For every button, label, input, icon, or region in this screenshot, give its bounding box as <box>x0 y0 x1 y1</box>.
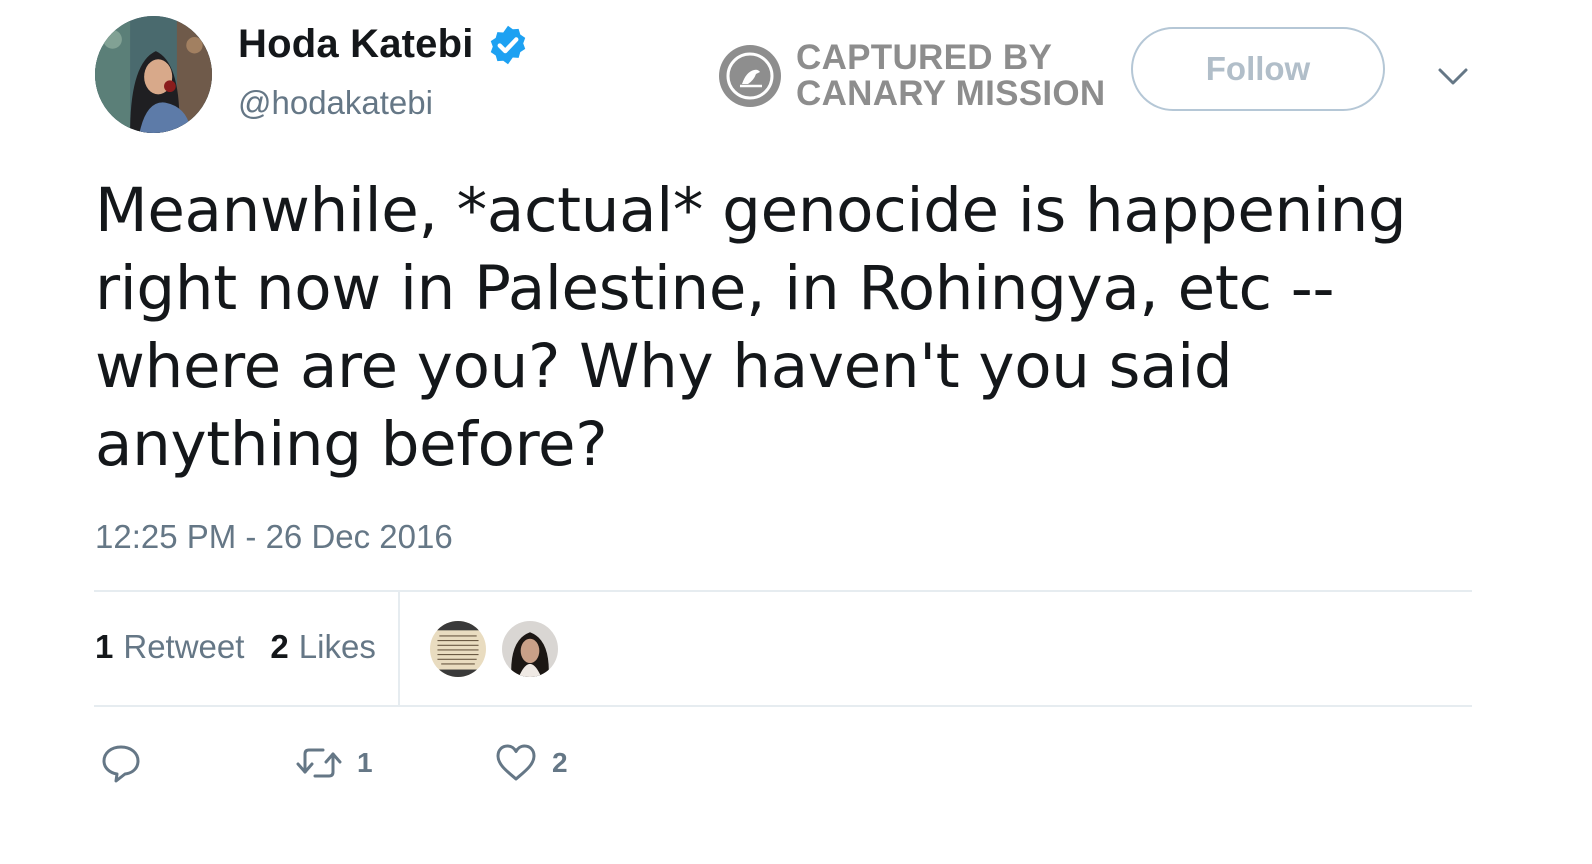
retweet-action-count: 1 <box>357 747 373 778</box>
canary-logo-icon <box>719 45 781 107</box>
avatar-image <box>95 16 212 133</box>
like-button[interactable]: 2 <box>494 742 568 784</box>
watermark-line2: CANARY MISSION <box>796 74 1106 113</box>
tweet-stats: 1 Retweet 2 Likes <box>95 628 402 666</box>
author-display-name[interactable]: Hoda Katebi <box>238 22 474 67</box>
liker-avatar-image <box>430 621 486 677</box>
retweets-count[interactable]: 1 <box>95 628 113 666</box>
tweet-text: Meanwhile, *actual* genocide is happenin… <box>95 175 1407 480</box>
liker-avatar-image <box>502 621 558 677</box>
author-name-row: Hoda Katebi <box>238 22 530 67</box>
likes-label[interactable]: Likes <box>299 628 376 666</box>
divider <box>94 590 1472 592</box>
author-avatar[interactable] <box>95 16 212 133</box>
liker-avatar[interactable] <box>428 619 488 679</box>
chevron-down-icon <box>1438 68 1468 85</box>
like-action-count: 2 <box>552 747 568 778</box>
author-handle[interactable]: @hodakatebi <box>238 84 433 122</box>
watermark-text: CAPTURED BY CANARY MISSION <box>796 40 1106 112</box>
tweet-timestamp[interactable]: 12:25 PM - 26 Dec 2016 <box>95 518 453 556</box>
follow-button[interactable]: Follow <box>1131 27 1385 111</box>
retweet-button[interactable]: 1 <box>295 742 373 784</box>
watermark-line1: CAPTURED BY <box>796 38 1053 77</box>
reply-button[interactable] <box>100 742 142 784</box>
canary-mission-watermark: CAPTURED BY CANARY MISSION <box>718 40 1106 112</box>
heart-icon <box>496 744 536 781</box>
retweet-icon <box>296 748 342 778</box>
more-options-button[interactable] <box>1430 60 1476 92</box>
reply-icon <box>102 745 140 783</box>
tweet-card: Hoda Katebi @hodakatebi CAPTURED BY CANA… <box>0 0 1592 864</box>
likes-count[interactable]: 2 <box>270 628 288 666</box>
liker-avatar[interactable] <box>500 619 560 679</box>
divider <box>94 705 1472 707</box>
retweets-label[interactable]: Retweet <box>123 628 244 666</box>
verified-badge-icon <box>490 25 525 64</box>
